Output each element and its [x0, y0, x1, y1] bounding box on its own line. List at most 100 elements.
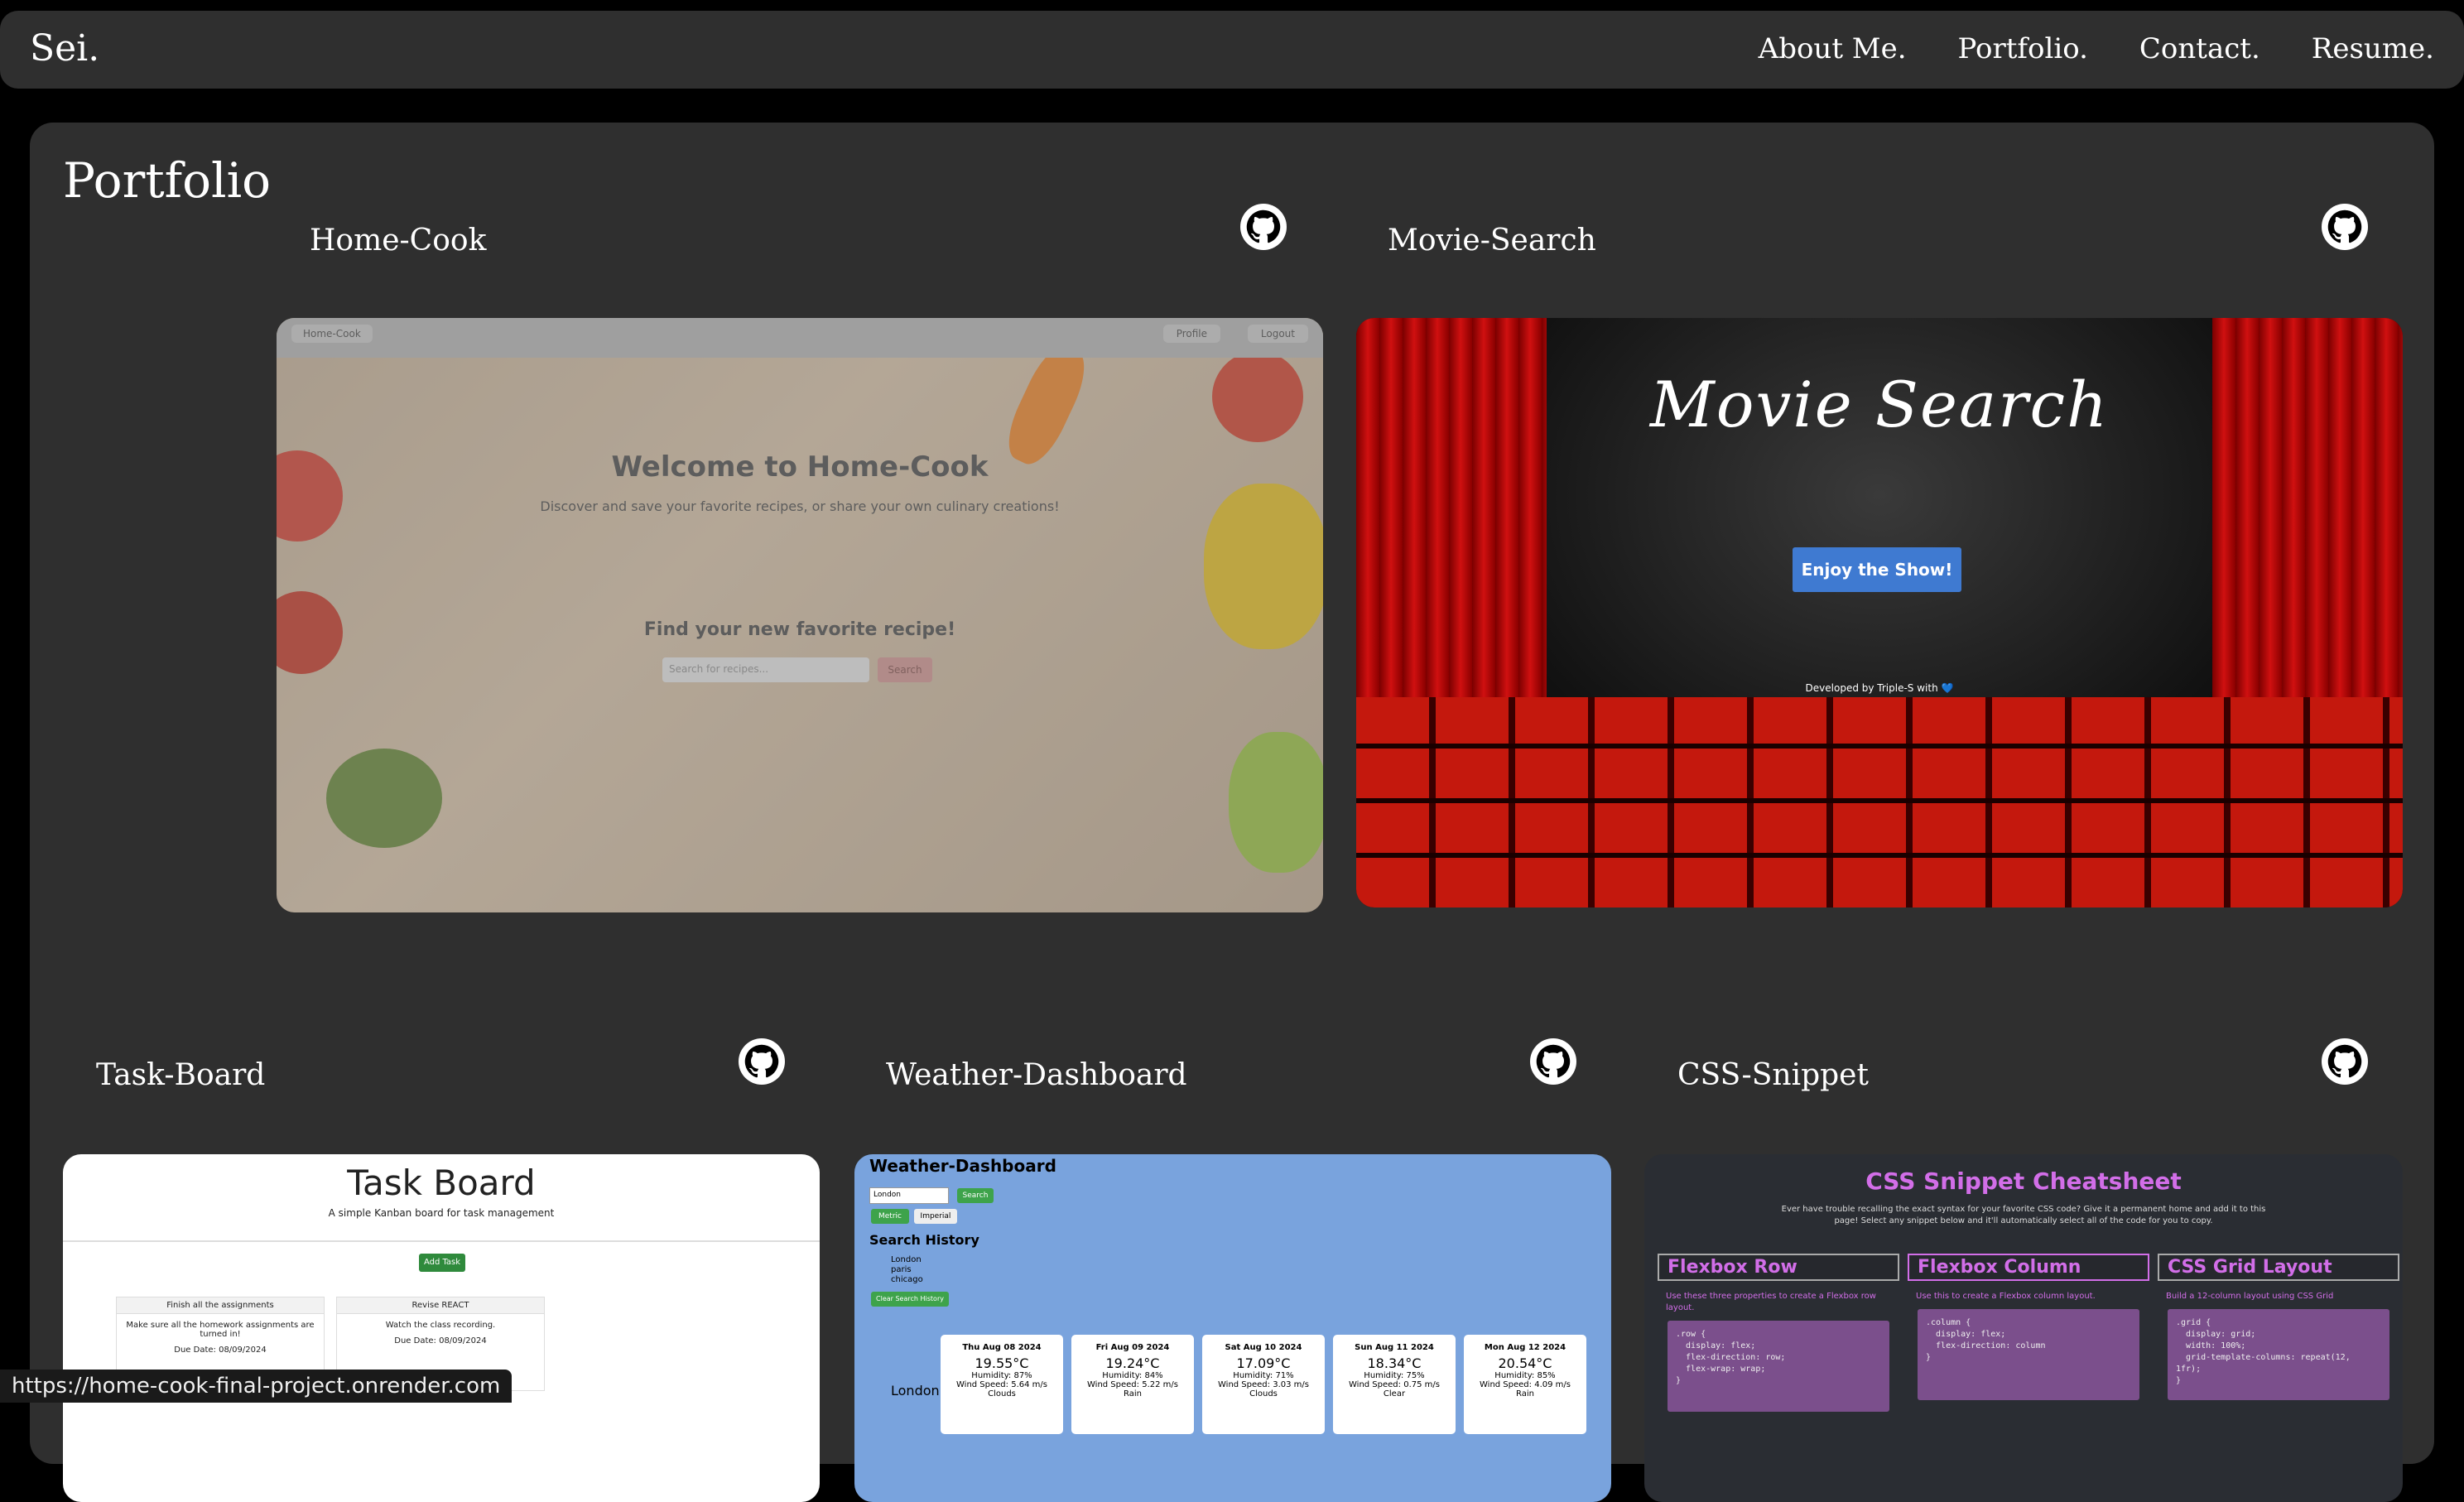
preview-imperial-button: Imperial [914, 1209, 957, 1224]
github-icon[interactable] [1240, 204, 1287, 250]
snippet-code: .row { display: flex; flex-direction: ro… [1668, 1321, 1889, 1412]
preview-heading: Task Board [347, 1163, 536, 1203]
movie-search-preview[interactable]: Movie Search Enjoy the Show! Developed b… [1356, 318, 2403, 907]
portfolio-section: Portfolio Home-Cook Home-Cook Profile Lo… [30, 123, 2434, 1502]
forecast-date: Fri Aug 09 2024 [1095, 1343, 1170, 1352]
forecast-date: Mon Aug 12 2024 [1484, 1343, 1566, 1352]
brand-logo[interactable]: Sei. [30, 27, 99, 70]
forecast-wind: Wind Speed: 0.75 m/s [1349, 1380, 1440, 1389]
forecast-temp: 19.24°C [1105, 1355, 1160, 1371]
forecast-humidity: Humidity: 71% [1233, 1371, 1294, 1380]
task-card-due: Due Date: 08/09/2024 [174, 1346, 267, 1355]
task-board-preview[interactable]: Task Board A simple Kanban board for tas… [63, 1154, 820, 1502]
project-title-home-cook: Home-Cook [310, 224, 487, 258]
forecast-desc: Rain [1124, 1389, 1142, 1398]
github-icon[interactable] [2322, 1038, 2368, 1085]
preview-search-input: Search for recipes... [662, 657, 869, 682]
forecast-wind: Wind Speed: 5.22 m/s [1087, 1380, 1178, 1389]
history-item: paris [891, 1265, 912, 1274]
forecast-wind: Wind Speed: 3.03 m/s [1218, 1380, 1309, 1389]
preview-city-label: London [891, 1383, 940, 1398]
github-icon[interactable] [1530, 1038, 1576, 1085]
preview-history-list: London paris chicago [891, 1255, 923, 1285]
tomato-image [1212, 351, 1303, 442]
forecast-temp: 17.09°C [1236, 1355, 1291, 1371]
task-card-title: Finish all the assignments [117, 1297, 324, 1314]
preview-find-heading: Find your new favorite recipe! [643, 619, 956, 640]
status-bar-url: https://home-cook-final-project.onrender… [0, 1370, 513, 1403]
preview-navbar: Home-Cook Profile Logout [277, 318, 1323, 358]
preview-search-button: Search [957, 1188, 994, 1203]
theater-seats [1356, 697, 2403, 907]
preview-description: Ever have trouble recalling the exact sy… [1781, 1205, 2266, 1225]
snippet-card: Flexbox Row Use these three properties t… [1658, 1254, 1899, 1419]
forecast-date: Sat Aug 10 2024 [1225, 1343, 1302, 1352]
forecast-desc: Clouds [1249, 1389, 1278, 1398]
task-card-due: Due Date: 08/09/2024 [394, 1336, 487, 1346]
forecast-card: Mon Aug 12 2024 20.54°C Humidity: 85% Wi… [1464, 1335, 1586, 1434]
weather-dashboard-preview[interactable]: Weather-Dashboard London Search Metric I… [854, 1154, 1611, 1502]
snippet-desc: Build a 12-column layout using CSS Grid [2166, 1292, 2334, 1301]
preview-subheading: A simple Kanban board for task managemen… [328, 1207, 555, 1219]
preview-brand: Home-Cook [291, 325, 373, 343]
nav-link-resume[interactable]: Resume. [2312, 32, 2434, 65]
forecast-temp: 20.54°C [1498, 1355, 1552, 1371]
preview-enjoy-button: Enjoy the Show! [1793, 547, 1961, 592]
project-title-task-board: Task-Board [96, 1058, 266, 1092]
nav-links: About Me. Portfolio. Contact. Resume. [1759, 32, 2434, 65]
forecast-humidity: Humidity: 85% [1494, 1371, 1556, 1380]
history-item: London [891, 1255, 922, 1264]
snippet-title: Flexbox Column [1908, 1254, 2149, 1281]
snippet-desc: Use these three properties to create a F… [1666, 1292, 1876, 1312]
preview-footer: Developed by Triple-S with 💙 [1805, 682, 1954, 694]
preview-subheading: Discover and save your favorite recipes,… [540, 498, 1060, 514]
nav-link-portfolio[interactable]: Portfolio. [1958, 32, 2088, 65]
project-title-weather-dashboard: Weather-Dashboard [886, 1058, 1187, 1092]
forecast-card: Sun Aug 11 2024 18.34°C Humidity: 75% Wi… [1333, 1335, 1456, 1434]
snippet-title: CSS Grid Layout [2158, 1254, 2399, 1281]
css-snippet-preview[interactable]: CSS Snippet Cheatsheet Ever have trouble… [1644, 1154, 2403, 1502]
preview-heading: CSS Snippet Cheatsheet [1865, 1167, 2182, 1195]
preview-city-input: London [869, 1187, 949, 1204]
herb-image [326, 749, 442, 848]
forecast-temp: 18.34°C [1367, 1355, 1422, 1371]
pepper-image [1229, 732, 1323, 873]
divider [63, 1240, 820, 1242]
preview-clear-history-button: Clear Search History [871, 1292, 949, 1307]
preview-heading: Welcome to Home-Cook [611, 450, 989, 484]
history-item: chicago [891, 1275, 923, 1284]
section-title: Portfolio [63, 152, 272, 209]
forecast-date: Sun Aug 11 2024 [1355, 1343, 1434, 1352]
forecast-wind: Wind Speed: 5.64 m/s [956, 1380, 1047, 1389]
preview-logout-button: Logout [1247, 325, 1308, 343]
preview-heading: Weather-Dashboard [869, 1156, 1056, 1176]
forecast-desc: Clear [1383, 1389, 1406, 1398]
preview-heading: Movie Search [1649, 368, 2110, 441]
forecast-humidity: Humidity: 84% [1102, 1371, 1163, 1380]
forecast-desc: Clouds [988, 1389, 1016, 1398]
forecast-date: Thu Aug 08 2024 [962, 1343, 1042, 1352]
project-title-movie-search: Movie-Search [1388, 224, 1596, 258]
forecast-temp: 19.55°C [975, 1355, 1029, 1371]
github-icon[interactable] [2322, 204, 2368, 250]
navbar: Sei. About Me. Portfolio. Contact. Resum… [0, 11, 2464, 89]
snippet-title: Flexbox Row [1658, 1254, 1899, 1281]
forecast-humidity: Humidity: 75% [1364, 1371, 1425, 1380]
forecast-humidity: Humidity: 87% [971, 1371, 1032, 1380]
nav-link-about[interactable]: About Me. [1759, 32, 1907, 65]
snippet-desc: Use this to create a Flexbox column layo… [1916, 1292, 2096, 1301]
forecast-desc: Rain [1516, 1389, 1534, 1398]
forecast-wind: Wind Speed: 4.09 m/s [1480, 1380, 1571, 1389]
github-icon[interactable] [739, 1038, 785, 1085]
snippet-code: .column { display: flex; flex-direction:… [1918, 1309, 2139, 1400]
preview-history-heading: Search History [869, 1232, 979, 1248]
preview-add-task-button: Add Task [419, 1254, 465, 1272]
task-card-body: Make sure all the homework assignments a… [126, 1321, 315, 1339]
forecast-card: Thu Aug 08 2024 19.55°C Humidity: 87% Wi… [941, 1335, 1063, 1434]
snippet-code: .grid { display: grid; width: 100%; grid… [2168, 1309, 2389, 1400]
preview-metric-button: Metric [871, 1209, 909, 1224]
project-title-css-snippet: CSS-Snippet [1677, 1058, 1869, 1092]
nav-link-contact[interactable]: Contact. [2139, 32, 2260, 65]
home-cook-preview[interactable]: Home-Cook Profile Logout Welcome to Home… [277, 318, 1323, 912]
preview-search-button: Search [878, 657, 932, 682]
